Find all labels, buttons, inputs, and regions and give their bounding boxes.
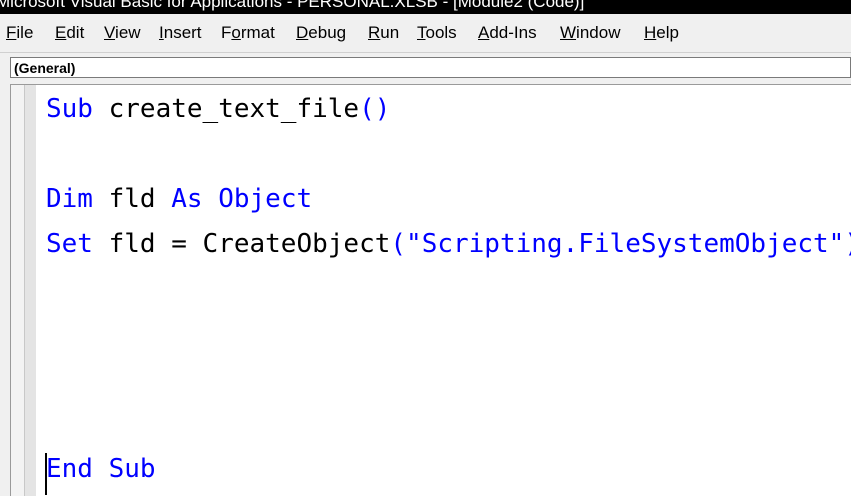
code-editor[interactable]: Sub create_text_file() Dim fld As Object…: [36, 84, 851, 496]
code-line-4[interactable]: Set fld = CreateObject("Scripting.FileSy…: [46, 229, 851, 259]
object-dropdown-value: (General): [14, 60, 76, 76]
menu-help[interactable]: Help: [644, 23, 679, 43]
code-line-9[interactable]: End Sub: [46, 454, 156, 484]
menu-run[interactable]: Run: [368, 23, 399, 43]
menu-format[interactable]: Format: [221, 23, 275, 43]
window-title: Microsoft Visual Basic for Applications …: [0, 0, 585, 11]
text-caret: [45, 453, 47, 495]
menu-view[interactable]: View: [104, 23, 141, 43]
menu-debug[interactable]: Debug: [296, 23, 346, 43]
code-line-1[interactable]: Sub create_text_file(): [46, 94, 390, 124]
title-bar: Microsoft Visual Basic for Applications …: [0, 0, 851, 14]
menu-window[interactable]: Window: [560, 23, 620, 43]
menu-add-ins[interactable]: Add-Ins: [478, 23, 537, 43]
menu-file[interactable]: File: [6, 23, 33, 43]
code-window-header: (General): [0, 55, 851, 82]
menu-bar: File Edit View Insert Format Debug Run T…: [0, 14, 851, 52]
menu-edit[interactable]: Edit: [55, 23, 84, 43]
object-dropdown[interactable]: (General): [10, 57, 851, 78]
margin-indicator-inner: [24, 85, 36, 496]
menu-tools[interactable]: Tools: [417, 23, 457, 43]
code-line-3[interactable]: Dim fld As Object: [46, 184, 312, 214]
menu-insert[interactable]: Insert: [159, 23, 202, 43]
